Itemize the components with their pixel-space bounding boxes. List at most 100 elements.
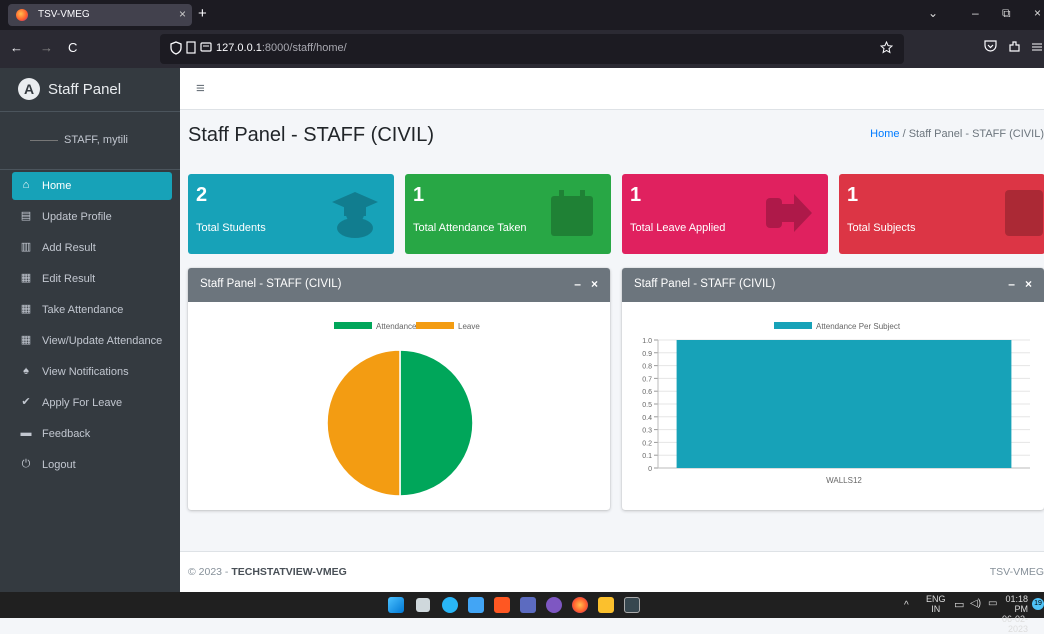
bell-icon: ♠ (23, 365, 29, 377)
hamburger-menu-icon[interactable]: ≡ (196, 80, 205, 97)
card-header: Staff Panel - STAFF (CIVIL) – × (622, 268, 1044, 302)
forward-button[interactable]: → (40, 40, 53, 55)
stat-box-total-subjects[interactable]: 1 Total Subjects (839, 174, 1044, 254)
list-tabs-icon[interactable]: ⌄ (928, 6, 938, 20)
sidebar-item-feedback[interactable]: ▬ Feedback (12, 420, 172, 448)
stat-label: Total Subjects (847, 222, 916, 234)
breadcrumb-current: Staff Panel - STAFF (CIVIL) (908, 128, 1044, 140)
grid-icon: ▦ (20, 272, 32, 284)
lang-text: ENG (926, 594, 946, 604)
grid-icon: ▦ (20, 334, 32, 346)
sidebar-item-edit-result[interactable]: ▦ Edit Result (12, 265, 172, 293)
sidebar-item-add-result[interactable]: ▥ Add Result (12, 234, 172, 262)
stat-box-total-leave[interactable]: 1 Total Leave Applied (622, 174, 828, 254)
calendar-icon (551, 190, 593, 236)
collapse-icon[interactable]: – (574, 277, 581, 291)
sidebar-item-logout[interactable]: ⏻ Logout (12, 451, 172, 479)
teams-icon[interactable] (546, 597, 562, 613)
terminal-icon[interactable] (624, 597, 640, 613)
volume-icon[interactable]: ◁) (970, 598, 981, 609)
network-icon[interactable]: ▭ (954, 598, 964, 611)
stat-box-total-students[interactable]: 2 Total Students (188, 174, 394, 254)
breadcrumb: Home / Staff Panel - STAFF (CIVIL) (844, 128, 1044, 140)
permissions-icon[interactable] (200, 41, 212, 56)
url-text[interactable]: 127.0.0.1:8000/staff/home/ (216, 42, 347, 54)
tray-chevron-icon[interactable]: ^ (904, 600, 909, 611)
tab-title: TSV-VMEG (38, 9, 90, 20)
monitor-icon[interactable] (468, 597, 484, 613)
sidebar-item-update-profile[interactable]: ▤ Update Profile (12, 203, 172, 231)
legend-swatch[interactable] (334, 322, 372, 329)
close-icon[interactable]: × (1025, 277, 1032, 291)
sidebar: A Staff Panel STAFF, mytili ⌂ Home ▤ Update… (0, 68, 180, 592)
legend-swatch[interactable] (774, 322, 812, 329)
bookmark-star-icon[interactable] (879, 40, 894, 57)
editor-icon[interactable] (520, 597, 536, 613)
y-tick-label: 0.2 (642, 440, 652, 447)
extensions-icon[interactable] (1008, 40, 1021, 56)
pie-slice-leave[interactable] (326, 349, 401, 497)
brave-icon[interactable] (494, 597, 510, 613)
bar-walls12[interactable] (676, 340, 1012, 468)
attendance-bar-card: Staff Panel - STAFF (CIVIL) – × Attendan… (622, 268, 1044, 510)
sidebar-item-label: Feedback (42, 428, 91, 440)
restore-button[interactable]: ⧉ (1002, 6, 1011, 21)
new-tab-button[interactable]: + (198, 5, 207, 22)
legend-label[interactable]: Attendance Per Subject (816, 322, 901, 331)
tab-close-icon[interactable]: × (179, 7, 186, 21)
close-window-button[interactable]: × (1034, 6, 1041, 20)
close-icon[interactable]: × (591, 277, 598, 291)
sidebar-item-take-attendance[interactable]: ▦ Take Attendance (12, 296, 172, 324)
footer-right: TSV-VMEG (989, 566, 1044, 578)
graduation-cap-icon (332, 192, 378, 238)
page-icon (186, 41, 196, 57)
sidebar-item-label: Add Result (42, 242, 96, 254)
user-name[interactable]: STAFF, mytili (64, 134, 128, 146)
y-tick-label: 0.9 (642, 351, 652, 358)
sidebar-item-home[interactable]: ⌂ Home (12, 172, 172, 200)
x-tick-label: WALLS12 (826, 476, 862, 485)
sidebar-item-label: Take Attendance (42, 304, 124, 316)
sidebar-item-label: View/Update Attendance (42, 335, 163, 347)
sidebar-item-label: Logout (42, 459, 76, 471)
sidebar-item-apply-for-leave[interactable]: ✔ Apply For Leave (12, 389, 172, 417)
shield-icon[interactable] (170, 41, 182, 58)
y-tick-label: 0.6 (642, 389, 652, 396)
sidebar-item-view-update-attendance[interactable]: ▦ View/Update Attendance (12, 327, 172, 355)
clock[interactable]: 01:18 PM 06-02-2023 (1002, 594, 1028, 634)
start-icon[interactable] (388, 597, 404, 613)
chart-icon: ▥ (20, 241, 32, 253)
collapse-icon[interactable]: – (1008, 277, 1015, 291)
id-card-icon: ▤ (20, 210, 32, 222)
pocket-icon[interactable] (984, 40, 997, 55)
brand-name: Staff Panel (48, 81, 122, 98)
url-bar[interactable]: 127.0.0.1:8000/staff/home/ (160, 34, 904, 64)
notification-badge[interactable]: 19 (1032, 598, 1044, 610)
copilot-icon[interactable] (442, 597, 458, 613)
back-button[interactable]: ← (10, 40, 23, 55)
brand-link[interactable]: A Staff Panel (0, 68, 180, 112)
legend-label[interactable]: Attendance (376, 322, 417, 331)
y-tick-label: 0.5 (642, 402, 652, 409)
app-menu-icon[interactable] (1032, 40, 1042, 55)
minimize-button[interactable]: – (972, 6, 979, 20)
company-link[interactable]: TECHSTATVIEW-VMEG (231, 566, 346, 578)
home-icon: ⌂ (22, 179, 30, 191)
reload-button[interactable]: C (68, 40, 77, 55)
legend-swatch[interactable] (416, 322, 454, 329)
attendance-pie-card: Staff Panel - STAFF (CIVIL) – × Attendan… (188, 268, 610, 510)
file-explorer-icon[interactable] (598, 597, 614, 613)
legend-label[interactable]: Leave (458, 322, 480, 331)
firefox-taskbar-icon[interactable] (572, 597, 588, 613)
url-path: :8000/staff/home/ (261, 42, 347, 54)
stat-box-total-attendance[interactable]: 1 Total Attendance Taken (405, 174, 611, 254)
breadcrumb-separator: / (902, 128, 906, 140)
card-tools: – × (574, 277, 598, 291)
browser-tab[interactable]: TSV-VMEG × (8, 4, 192, 26)
language-indicator[interactable]: ENG IN (926, 594, 946, 614)
breadcrumb-home[interactable]: Home (870, 128, 899, 140)
pie-slice-attendance[interactable] (399, 349, 474, 497)
search-icon[interactable] (416, 598, 430, 612)
battery-icon[interactable]: ▭ (988, 598, 997, 609)
sidebar-item-view-notifications[interactable]: ♠ View Notifications (12, 358, 172, 386)
